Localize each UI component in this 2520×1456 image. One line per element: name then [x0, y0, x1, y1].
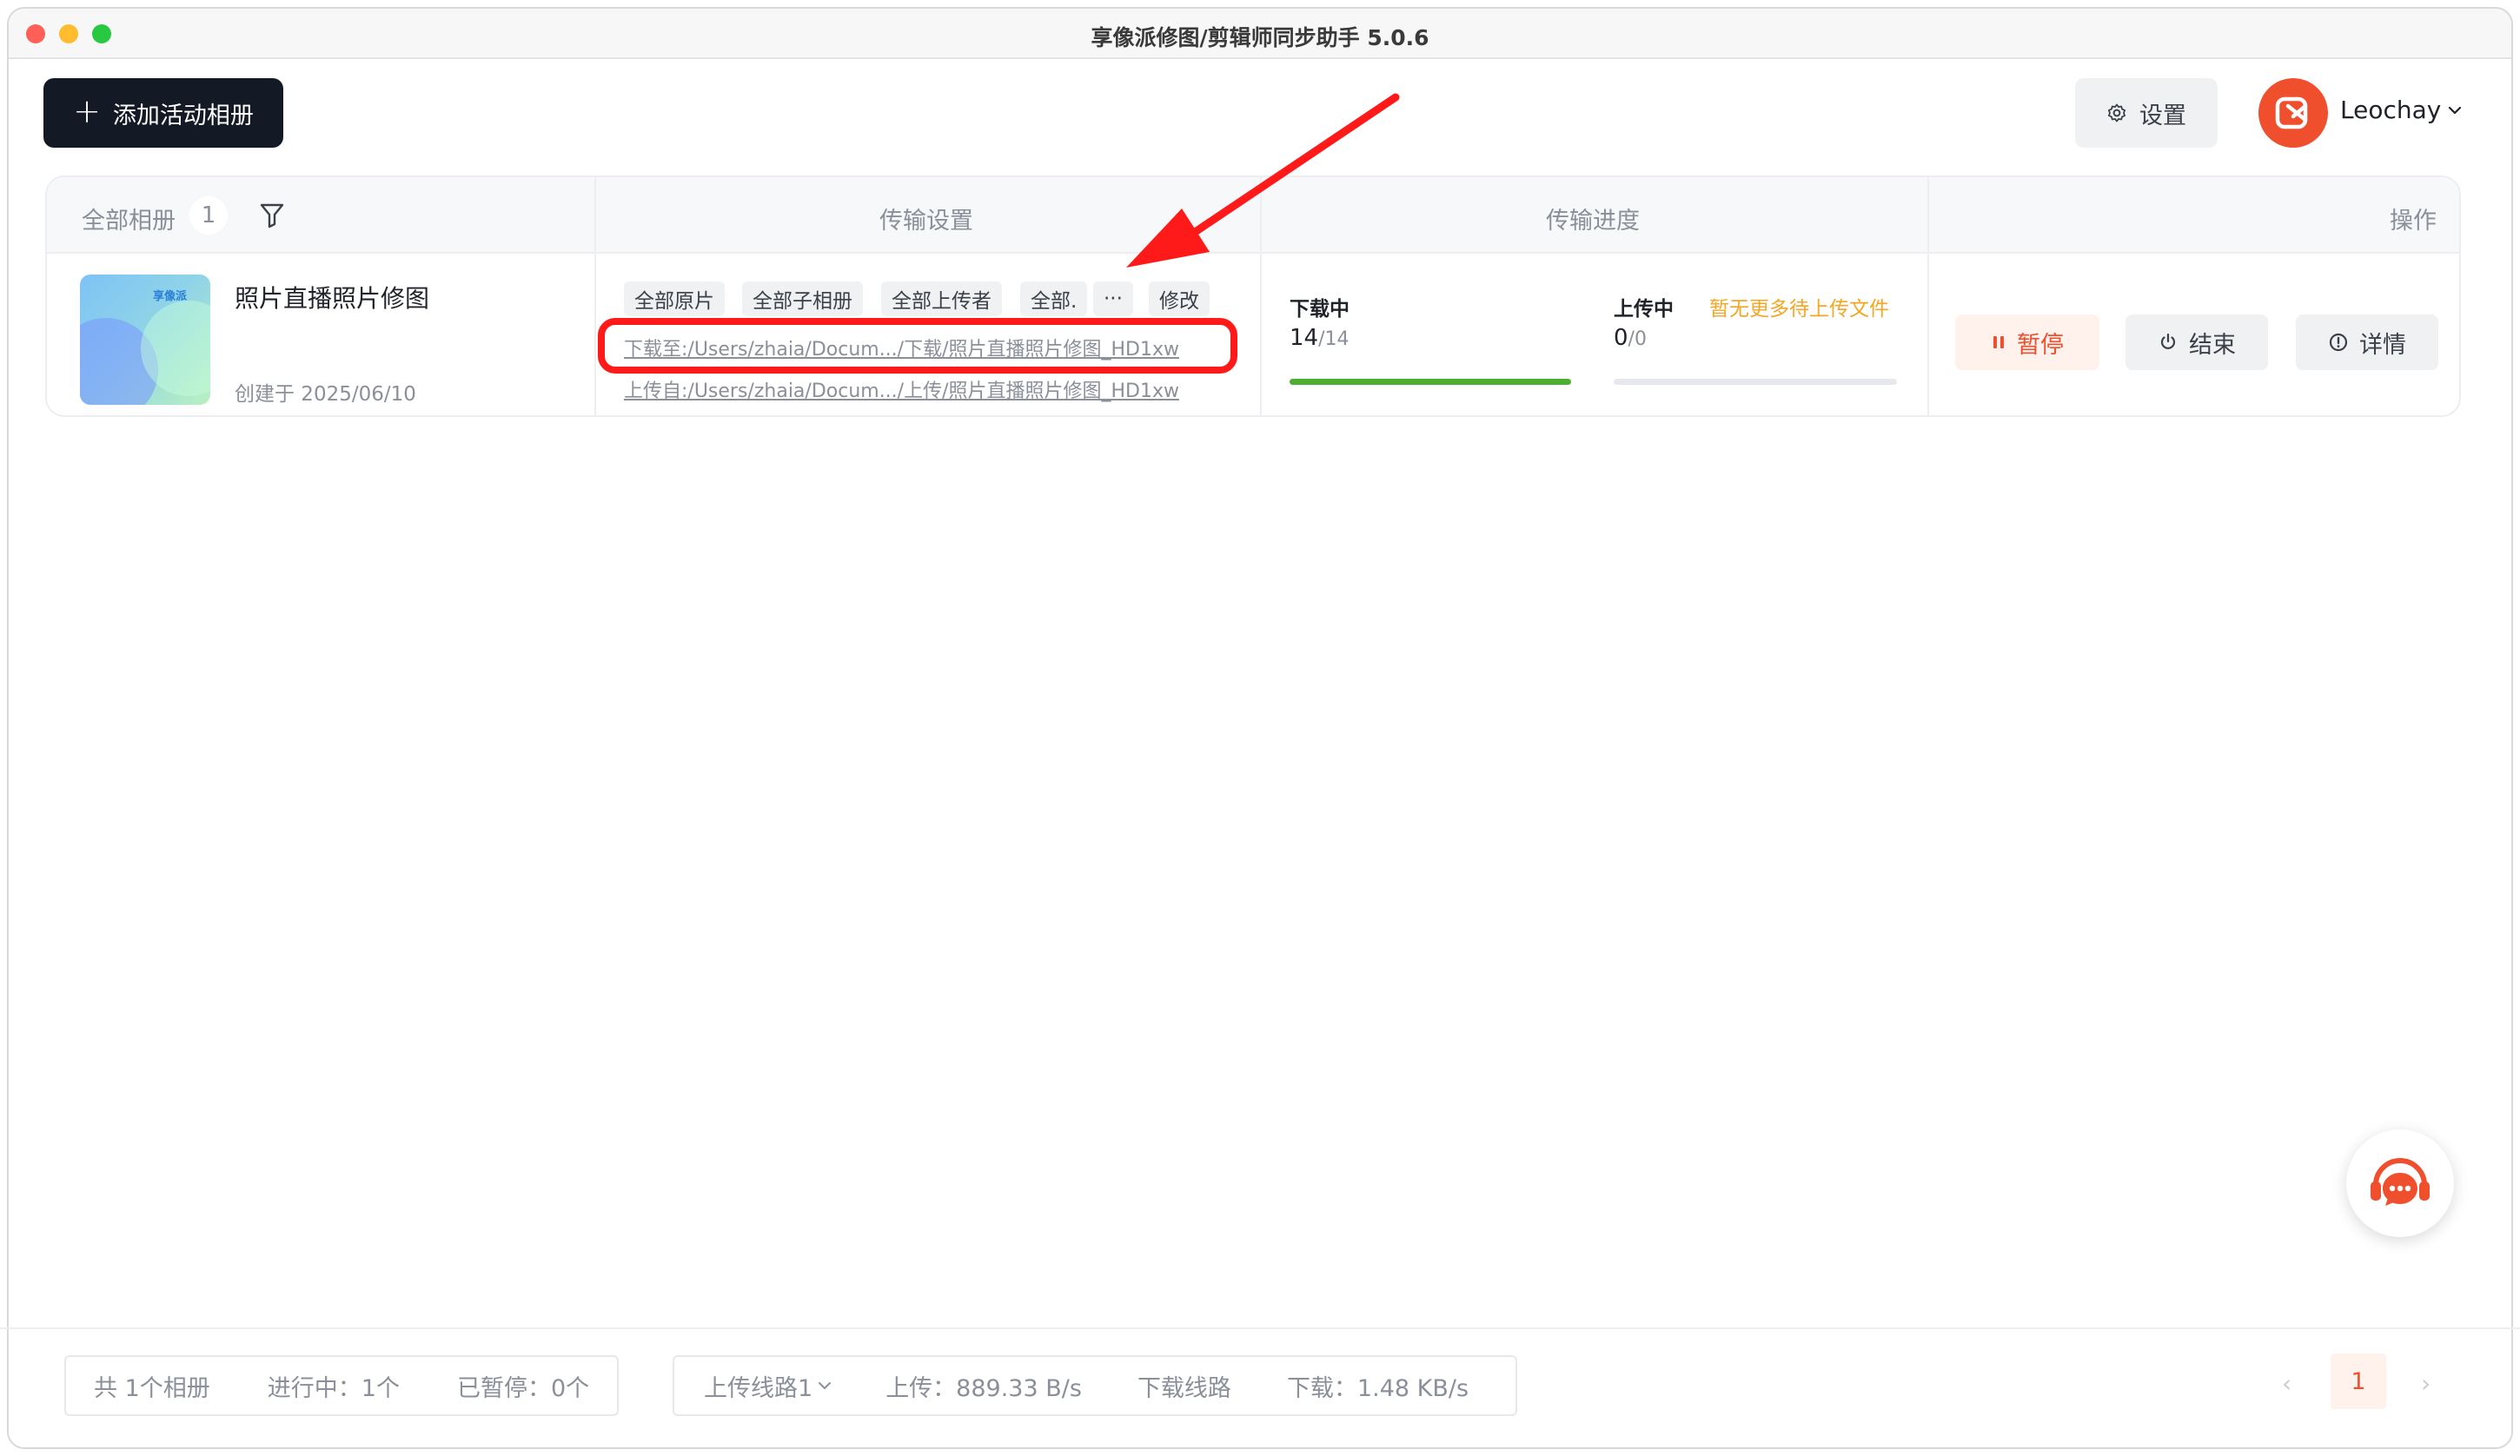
headset-chat-icon [2371, 1158, 2430, 1206]
total-albums-stat: 共 1个相册 [94, 1374, 210, 1402]
upload-route-label: 上传线路1 [704, 1374, 813, 1402]
annotation-arrow [1126, 93, 1400, 268]
pagination-prev-button[interactable]: ‹ [2282, 1369, 2291, 1398]
album-stats-panel: 共 1个相册 进行中：1个 已暂停：0个 [64, 1355, 619, 1416]
footer-divider [0, 1327, 2520, 1329]
pagination-next-button[interactable]: › [2421, 1369, 2430, 1398]
upload-speed-stat: 上传：889.33 B/s [885, 1374, 1082, 1402]
paused-stat: 已暂停：0个 [456, 1374, 590, 1402]
download-speed-stat: 下载：1.48 KB/s [1286, 1374, 1469, 1402]
running-stat: 进行中：1个 [267, 1374, 400, 1402]
network-stats-panel: 上传线路1 上传：889.33 B/s 下载线路 下载：1.48 KB/s [673, 1355, 1517, 1416]
upload-route-select[interactable]: 上传线路1 [704, 1369, 833, 1403]
customer-support-button[interactable] [2346, 1129, 2454, 1237]
chevron-down-icon [819, 1382, 832, 1389]
pagination-current-page[interactable]: 1 [2331, 1353, 2386, 1409]
download-route-select[interactable]: 下载线路 [1137, 1369, 1231, 1403]
